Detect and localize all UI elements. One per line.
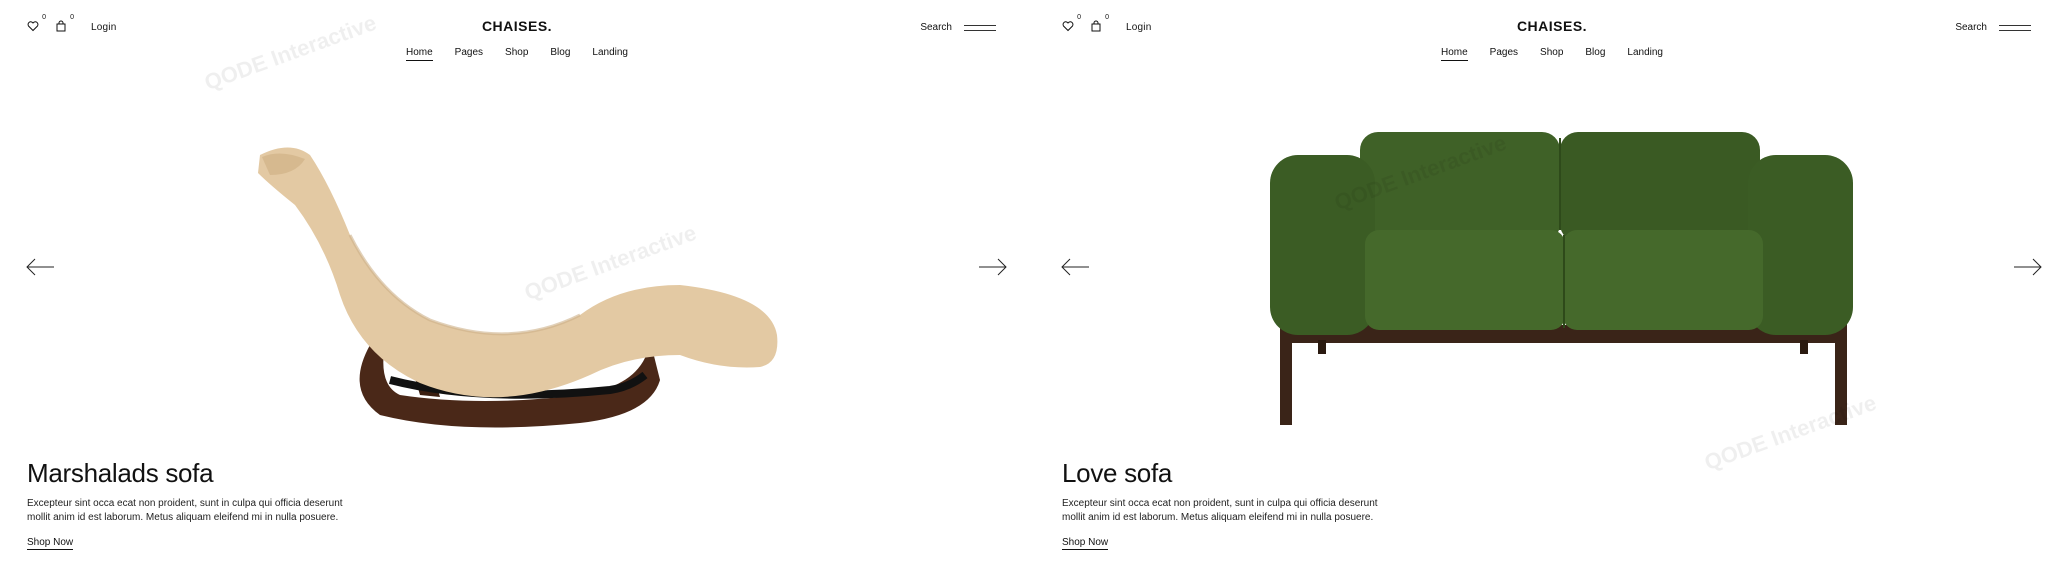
arrow-left-icon[interactable] (1060, 258, 1090, 276)
product-description: Excepteur sint occa ecat non proident, s… (27, 498, 343, 523)
search-area: Search (920, 22, 996, 33)
product-image-chaise (258, 147, 778, 428)
product-title: Marshalads sofa (27, 458, 214, 488)
hamburger-icon[interactable] (964, 24, 996, 31)
search-link[interactable]: Search (1955, 22, 1987, 33)
nav-item-shop[interactable]: Shop (505, 47, 528, 61)
product-image-love-sofa (1270, 132, 1853, 425)
main-nav: Home Pages Shop Blog Landing (0, 47, 1034, 61)
nav-item-pages[interactable]: Pages (1490, 47, 1518, 61)
nav-item-blog[interactable]: Blog (1585, 47, 1605, 61)
nav-item-blog[interactable]: Blog (550, 47, 570, 61)
slide-panel-left: 0 0 Login CHAISES. Home Pages Shop Blog … (0, 0, 1034, 578)
nav-item-shop[interactable]: Shop (1540, 47, 1563, 61)
nav-item-landing[interactable]: Landing (592, 47, 628, 61)
site-logo[interactable]: CHAISES. (0, 18, 1034, 34)
arrow-right-icon[interactable] (978, 258, 1008, 276)
nav-item-home[interactable]: Home (405, 47, 433, 61)
arrow-right-icon[interactable] (2013, 258, 2043, 276)
nav-item-pages[interactable]: Pages (455, 47, 483, 61)
product-description: Excepteur sint occa ecat non proident, s… (1062, 498, 1378, 523)
nav-item-landing[interactable]: Landing (1627, 47, 1663, 61)
hamburger-icon[interactable] (1999, 24, 2031, 31)
product-title: Love sofa (1062, 458, 1173, 488)
search-area: Search (1955, 22, 2031, 33)
main-nav: Home Pages Shop Blog Landing (1035, 47, 2069, 61)
site-logo[interactable]: CHAISES. (1035, 18, 2069, 34)
shop-now-link[interactable]: Shop Now (1062, 537, 1109, 550)
arrow-left-icon[interactable] (25, 258, 55, 276)
shop-now-link[interactable]: Shop Now (27, 537, 74, 550)
slide-panel-right: 0 0 Login CHAISES. Home Pages Shop Blog … (1035, 0, 2069, 578)
search-link[interactable]: Search (920, 22, 952, 33)
nav-item-home[interactable]: Home (1440, 47, 1468, 61)
